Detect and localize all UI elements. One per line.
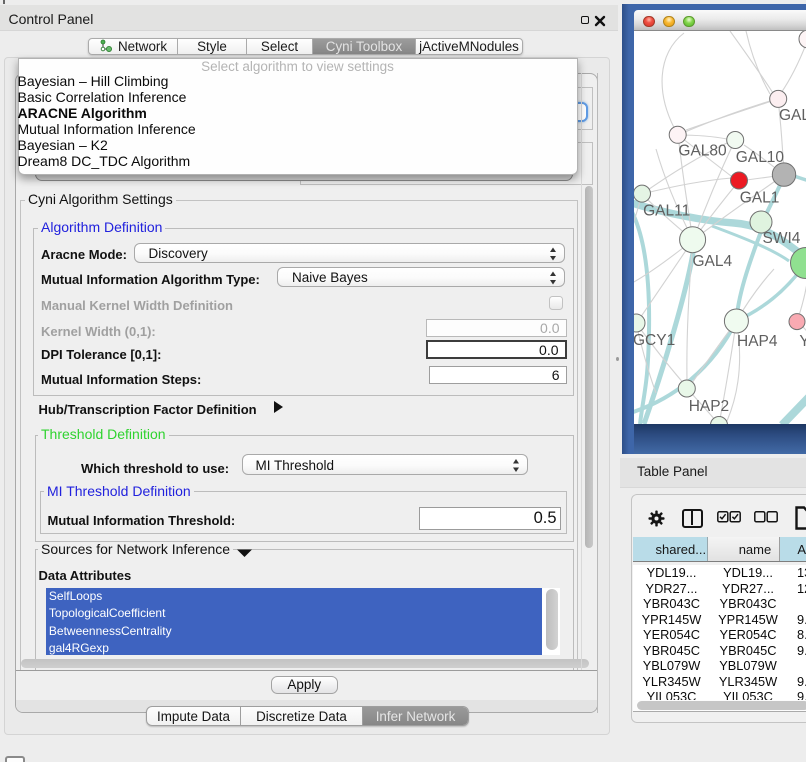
svg-text:GCY1: GCY1 — [634, 332, 675, 349]
svg-text:GAL10: GAL10 — [736, 149, 785, 166]
svg-text:Y: Y — [799, 333, 806, 350]
svg-text:GAL11: GAL11 — [643, 202, 690, 219]
svg-text:GAL: GAL — [779, 107, 806, 124]
svg-text:GAL80: GAL80 — [678, 142, 727, 159]
svg-text:HAP4: HAP4 — [737, 333, 778, 350]
svg-text:GAL1: GAL1 — [740, 189, 780, 206]
svg-text:SWI4: SWI4 — [763, 230, 801, 247]
svg-text:HAP2: HAP2 — [689, 398, 730, 415]
svg-text:GAL4: GAL4 — [693, 253, 733, 270]
